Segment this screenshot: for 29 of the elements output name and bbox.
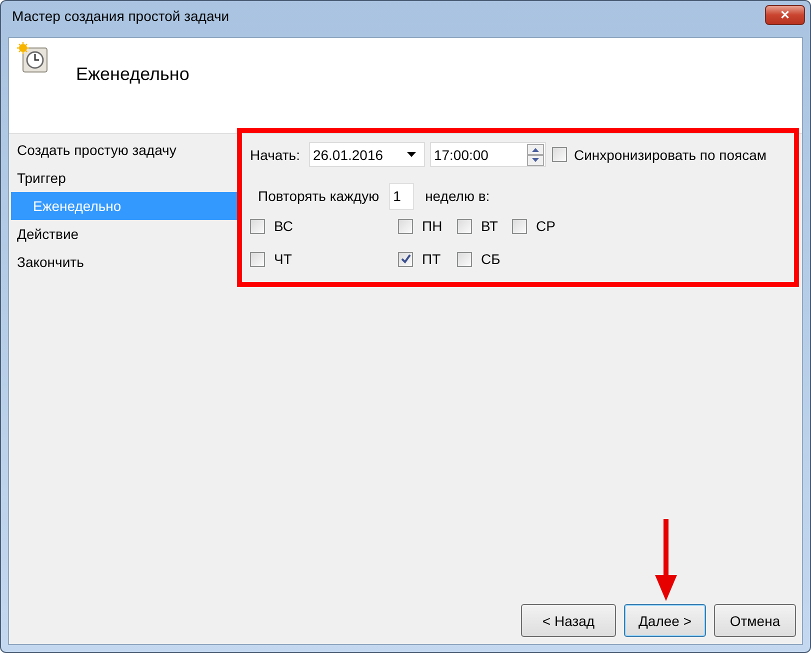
day-checkbox[interactable]: ПТ	[398, 251, 457, 267]
day-checkbox[interactable]: ЧТ	[250, 251, 398, 267]
clock-icon	[17, 42, 49, 74]
sidebar-item[interactable]: Действие	[11, 220, 237, 248]
arrow-icon	[654, 519, 678, 601]
repeat-label: Повторять каждую	[258, 188, 380, 204]
day-checkbox[interactable]: ВС	[250, 218, 398, 234]
start-label: Начать:	[250, 146, 300, 162]
caret-icon	[406, 152, 416, 157]
spinner-icon[interactable]	[526, 144, 544, 166]
date-field[interactable]: 26.01.2016	[308, 142, 425, 167]
close-button[interactable]: ✕	[765, 5, 805, 25]
sidebar-item[interactable]: Создать простую задачу	[11, 136, 237, 164]
day-checkbox[interactable]: СБ	[457, 251, 512, 267]
sync-checkbox[interactable]: Синхронизировать по поясам	[552, 146, 767, 162]
repeat-suffix-label: неделю в:	[425, 188, 490, 204]
day-checkbox[interactable]: ВТ	[457, 218, 512, 234]
dialog-button[interactable]: Отмена	[714, 604, 796, 637]
dialog-button[interactable]: Далее >	[624, 604, 706, 637]
time-field[interactable]: 17:00:00	[430, 142, 546, 167]
sidebar-item[interactable]: Триггер	[11, 164, 237, 192]
window-title: Мастер создания простой задачи	[12, 8, 230, 24]
sidebar-item[interactable]: Закончить	[11, 248, 237, 276]
page-heading: Еженедельно	[76, 64, 190, 85]
day-checkbox[interactable]: СР	[512, 218, 572, 234]
day-checkbox[interactable]: ПН	[398, 218, 457, 234]
dialog-button[interactable]: < Назад	[521, 604, 616, 637]
weeks-field[interactable]: 1	[389, 182, 414, 210]
check-icon	[400, 253, 412, 265]
